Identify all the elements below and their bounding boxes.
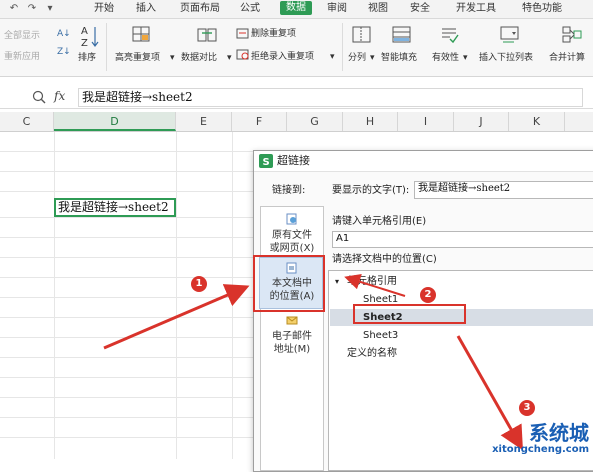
highlight-box-sheet2 bbox=[353, 304, 466, 324]
annotation-arrows bbox=[103, 273, 523, 451]
step-badge-1: 1 bbox=[191, 276, 207, 292]
watermark-title: 系统城 bbox=[529, 421, 589, 445]
watermark-url: xitongcheng.com bbox=[492, 444, 589, 455]
arrow-2 bbox=[344, 273, 406, 297]
watermark: 系统城 xitongcheng.com bbox=[492, 422, 589, 455]
step-badge-3: 3 bbox=[519, 400, 535, 416]
arrow-1 bbox=[103, 284, 250, 350]
highlight-box-in-document bbox=[253, 255, 325, 312]
step-badge-2: 2 bbox=[420, 287, 436, 303]
